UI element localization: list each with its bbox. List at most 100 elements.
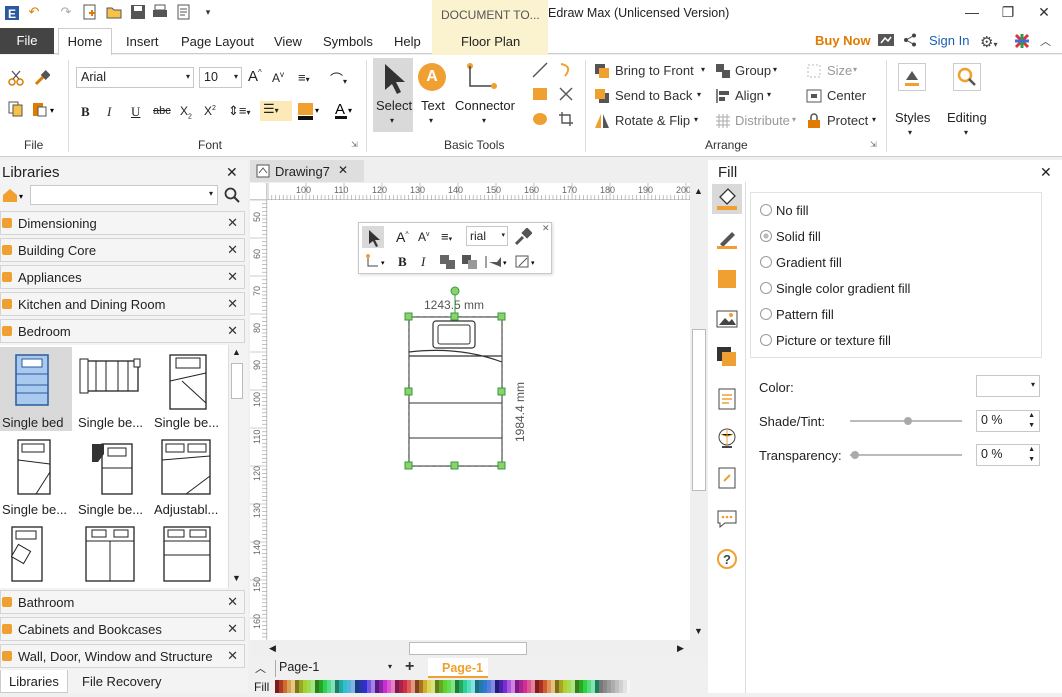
close-document-icon[interactable]: ✕ xyxy=(338,163,348,177)
scroll-thumb[interactable] xyxy=(231,363,243,399)
library-category-kitchen-dining[interactable]: Kitchen and Dining Room ✕ xyxy=(0,292,245,316)
transparency-slider[interactable] xyxy=(850,448,962,462)
protect-button[interactable]: Protect ▾ xyxy=(806,112,880,130)
color-palette[interactable] xyxy=(275,680,630,693)
shade-tint-input[interactable]: 0 % ▲ ▼ xyxy=(976,410,1040,432)
strikethrough-icon[interactable]: abc xyxy=(153,105,171,117)
libraries-bottom-tab[interactable]: Libraries xyxy=(0,670,68,693)
buy-now-link[interactable]: Buy Now xyxy=(815,33,871,48)
line-tool-icon[interactable] xyxy=(532,62,548,78)
mini-format-painter-icon[interactable] xyxy=(514,228,532,246)
shade-tint-slider[interactable] xyxy=(850,414,962,428)
close-window-icon[interactable]: ✕ xyxy=(1034,2,1054,22)
bullets-icon[interactable]: ☰▾ xyxy=(260,101,292,121)
attachment-tab-icon[interactable] xyxy=(716,467,738,489)
image-tab-icon[interactable] xyxy=(716,308,738,330)
mini-distribute-icon[interactable]: ▾ xyxy=(484,254,510,270)
print-icon[interactable] xyxy=(152,4,168,20)
select-tool-button[interactable]: Select ▾ xyxy=(373,58,413,132)
library-search-icon[interactable] xyxy=(224,187,240,203)
fill-option-pattern-fill[interactable]: Pattern fill xyxy=(760,307,834,322)
close-category-icon[interactable]: ✕ xyxy=(227,323,238,339)
export-icon[interactable] xyxy=(176,4,192,20)
edraw-apps-icon[interactable] xyxy=(1014,33,1030,49)
tab-floor-plan[interactable]: Floor Plan xyxy=(461,34,520,49)
font-color-icon[interactable]: A ▾ xyxy=(334,101,356,121)
mini-select-icon[interactable] xyxy=(362,226,384,248)
shape-single-bed-3[interactable]: Single be... xyxy=(152,347,224,431)
align-button[interactable]: Align ▾ xyxy=(715,87,789,105)
scroll-up-icon[interactable]: ▲ xyxy=(694,186,703,196)
tab-insert[interactable]: Insert xyxy=(126,34,159,49)
page-tab-active[interactable]: Page-1 xyxy=(428,658,488,678)
mini-font-select[interactable]: rial ▾ xyxy=(466,226,508,246)
library-category-dimensioning[interactable]: Dimensioning ✕ xyxy=(0,211,245,235)
share-icon[interactable] xyxy=(903,33,917,47)
scroll-down-icon[interactable]: ▼ xyxy=(694,626,703,636)
page-list-up-icon[interactable]: ︿ xyxy=(255,660,266,676)
cut-icon[interactable] xyxy=(8,70,24,86)
fill-option-picture-texture[interactable]: Picture or texture fill xyxy=(760,333,891,348)
fill-option-single-color-gradient[interactable]: Single color gradient fill xyxy=(760,281,910,296)
grow-font-icon[interactable]: A^ xyxy=(248,68,262,85)
comment-tab-icon[interactable] xyxy=(716,508,738,530)
font-name-select[interactable]: Arial ▾ xyxy=(76,67,194,88)
close-libraries-icon[interactable]: ✕ xyxy=(226,164,238,181)
page-properties-tab-icon[interactable] xyxy=(716,388,738,410)
fill-option-gradient-fill[interactable]: Gradient fill xyxy=(760,255,842,270)
group-button[interactable]: Group ▾ xyxy=(715,62,789,80)
rectangle-tool-icon[interactable] xyxy=(532,86,548,102)
shape-single-bed-4[interactable]: Single be... xyxy=(0,434,72,518)
text-tool-button[interactable]: A Text ▾ xyxy=(416,58,450,132)
slider-thumb[interactable] xyxy=(904,417,912,425)
size-button[interactable]: Size ▾ xyxy=(806,62,866,80)
scroll-thumb[interactable] xyxy=(409,642,527,655)
scroll-left-icon[interactable]: ◀ xyxy=(269,643,276,654)
distribute-button[interactable]: Distribute ▾ xyxy=(715,112,801,130)
close-category-icon[interactable]: ✕ xyxy=(227,242,238,258)
superscript-icon[interactable]: X2 xyxy=(204,104,216,118)
library-category-cabinets[interactable]: Cabinets and Bookcases ✕ xyxy=(0,617,245,641)
shape-grid-scrollbar[interactable]: ▲ ▼ xyxy=(228,345,244,588)
globe-tab-icon[interactable] xyxy=(716,427,738,449)
tab-home[interactable]: Home xyxy=(58,28,112,55)
collapse-ribbon-icon[interactable]: ︿ xyxy=(1040,33,1051,49)
mini-group-icon[interactable] xyxy=(439,254,457,270)
fill-option-solid-fill[interactable]: Solid fill xyxy=(760,229,821,244)
tab-help[interactable]: Help xyxy=(394,34,421,49)
shape-bed-9[interactable] xyxy=(152,521,224,587)
customize-toolbar-icon[interactable]: ▾ xyxy=(200,4,216,20)
library-search-input[interactable]: ▾ xyxy=(30,185,218,205)
styles-button[interactable]: Styles ▾ xyxy=(892,60,932,142)
subscript-icon[interactable]: X2 xyxy=(180,104,192,120)
scroll-down-icon[interactable]: ▼ xyxy=(232,573,241,583)
shape-single-bed-1[interactable]: Single bed xyxy=(0,347,72,431)
scroll-up-icon[interactable]: ▲ xyxy=(232,347,241,357)
close-category-icon[interactable]: ✕ xyxy=(227,215,238,231)
shadow-tab-icon[interactable] xyxy=(716,268,738,290)
shape-bed-8[interactable] xyxy=(76,521,148,587)
tab-symbols[interactable]: Symbols xyxy=(323,34,373,49)
library-category-appliances[interactable]: Appliances ✕ xyxy=(0,265,245,289)
crop-tool-icon[interactable] xyxy=(558,111,574,127)
scroll-thumb[interactable] xyxy=(692,329,706,491)
line-tab-icon[interactable] xyxy=(716,228,738,250)
underline-icon[interactable]: U xyxy=(131,104,140,120)
mini-bold-icon[interactable]: B xyxy=(398,254,407,270)
minimize-icon[interactable]: — xyxy=(962,2,982,22)
settings-gear-icon[interactable]: ⚙▾ xyxy=(980,33,997,51)
transparency-input[interactable]: 0 % ▲ ▼ xyxy=(976,444,1040,466)
connector-tool-button[interactable]: Connector ▾ xyxy=(454,58,518,132)
add-page-icon[interactable]: + xyxy=(405,658,414,676)
align-text-icon[interactable]: ≡▾ xyxy=(298,70,310,85)
rotate-flip-button[interactable]: Rotate & Flip ▾ xyxy=(594,112,710,130)
arc-tool-icon[interactable] xyxy=(558,62,574,78)
text-direction-icon[interactable]: ⌒▾ xyxy=(330,69,347,88)
bold-icon[interactable]: B xyxy=(81,104,90,120)
shrink-font-icon[interactable]: Av xyxy=(272,70,284,85)
copy-icon[interactable] xyxy=(8,101,24,117)
paste-icon[interactable]: ▾ xyxy=(32,101,60,117)
library-home-icon[interactable]: ▾ xyxy=(2,187,26,203)
file-recovery-tab[interactable]: File Recovery xyxy=(82,674,161,689)
library-category-building-core[interactable]: Building Core ✕ xyxy=(0,238,245,262)
